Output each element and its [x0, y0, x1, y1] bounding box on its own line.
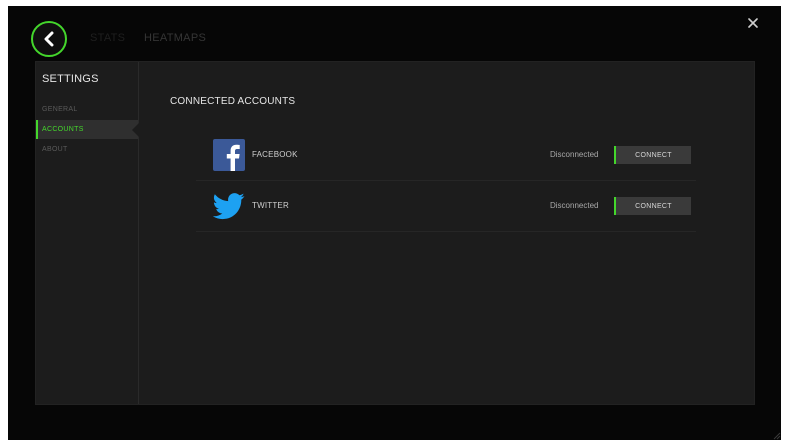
- account-status: Disconnected: [550, 150, 599, 159]
- sidebar-item-about[interactable]: ABOUT: [36, 140, 138, 159]
- tab-stats[interactable]: STATS: [90, 32, 125, 44]
- twitter-icon: [213, 193, 245, 220]
- back-arrow-icon: [44, 31, 54, 47]
- sidebar-item-accounts[interactable]: ACCOUNTS: [36, 120, 139, 139]
- back-button[interactable]: [31, 21, 67, 57]
- sidebar-title: SETTINGS: [42, 73, 99, 85]
- connect-twitter-button[interactable]: CONNECT: [614, 197, 691, 215]
- account-name: FACEBOOK: [252, 150, 298, 159]
- connect-facebook-button[interactable]: CONNECT: [614, 146, 691, 164]
- account-name: TWITTER: [252, 201, 289, 210]
- sidebar-item-general[interactable]: GENERAL: [36, 100, 138, 119]
- app-window: STATS HEATMAPS SETTINGS GENERAL ACCOUNTS…: [8, 6, 781, 440]
- page-title: CONNECTED ACCOUNTS: [170, 96, 296, 107]
- resize-grip-icon[interactable]: [773, 432, 781, 440]
- account-row-facebook: FACEBOOK Disconnected CONNECT: [196, 131, 696, 181]
- close-button[interactable]: [745, 15, 761, 31]
- account-row-twitter: TWITTER Disconnected CONNECT: [196, 182, 696, 232]
- settings-sidebar: SETTINGS GENERAL ACCOUNTS ABOUT: [36, 62, 139, 404]
- account-status: Disconnected: [550, 201, 599, 210]
- settings-panel: SETTINGS GENERAL ACCOUNTS ABOUT CONNECTE…: [36, 62, 754, 404]
- tab-heatmaps[interactable]: HEATMAPS: [144, 32, 206, 44]
- facebook-icon: [213, 139, 245, 171]
- close-icon: [748, 18, 758, 28]
